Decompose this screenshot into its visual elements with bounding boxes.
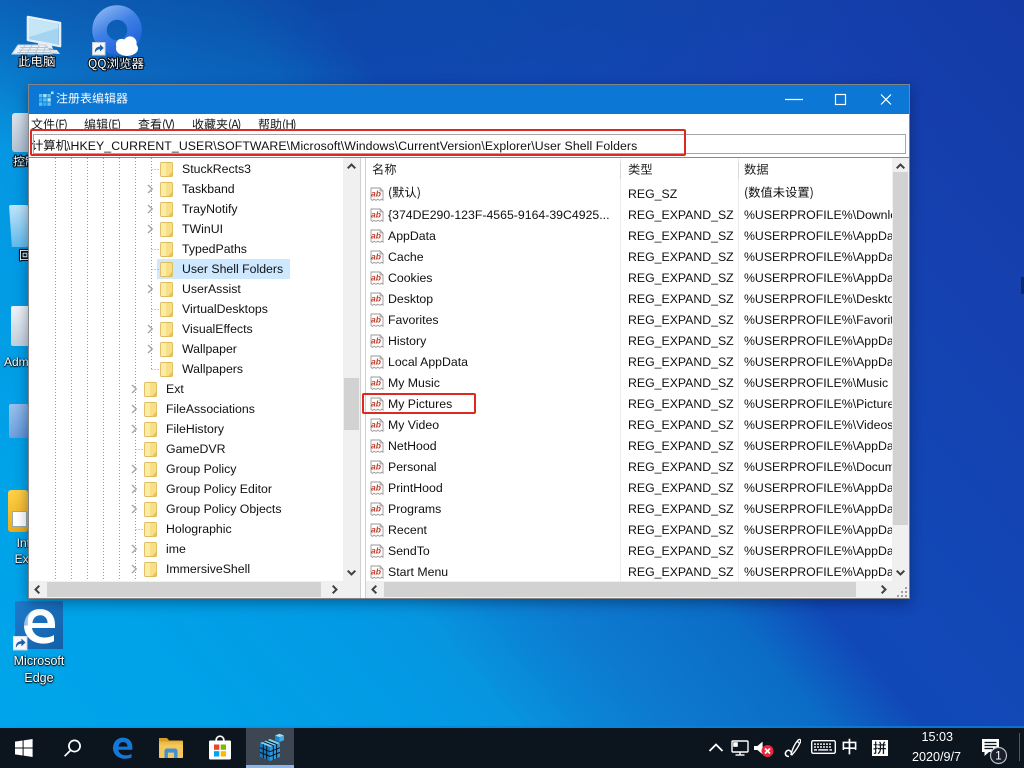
svg-text:1: 1 <box>995 751 1001 763</box>
svg-text:ab: ab <box>371 252 381 262</box>
svg-text:Ext: Ext <box>166 382 184 396</box>
svg-text:ab: ab <box>371 378 381 388</box>
svg-text:ImmersiveShell: ImmersiveShell <box>166 562 250 576</box>
svg-text:ab: ab <box>371 546 381 556</box>
svg-text:ab: ab <box>371 567 381 577</box>
svg-text:Group Policy: Group Policy <box>166 462 237 476</box>
svg-text:ab: ab <box>371 504 381 514</box>
svg-text:Wallpapers: Wallpapers <box>182 362 243 376</box>
svg-text:TrayNotify: TrayNotify <box>182 202 238 216</box>
svg-text:Taskband: Taskband <box>182 182 235 196</box>
svg-text:ab: ab <box>371 357 381 367</box>
svg-text:VisualEffects: VisualEffects <box>182 322 253 336</box>
svg-text:ab: ab <box>371 483 381 493</box>
svg-text:Group Policy Objects: Group Policy Objects <box>166 502 282 516</box>
svg-text:ab: ab <box>371 189 381 199</box>
svg-text:Wallpaper: Wallpaper <box>182 342 237 356</box>
svg-text:ab: ab <box>371 441 381 451</box>
svg-text:ime: ime <box>166 542 186 556</box>
svg-text:TWinUI: TWinUI <box>182 222 223 236</box>
svg-text:ab: ab <box>371 336 381 346</box>
svg-text:StuckRects3: StuckRects3 <box>182 162 251 176</box>
svg-text:ab: ab <box>371 420 381 430</box>
svg-text:Group Policy Editor: Group Policy Editor <box>166 482 272 496</box>
svg-text:ab: ab <box>371 231 381 241</box>
svg-text:GameDVR: GameDVR <box>166 442 226 456</box>
svg-text:FileAssociations: FileAssociations <box>166 402 255 416</box>
svg-text:ab: ab <box>371 315 381 325</box>
svg-text:ab: ab <box>371 294 381 304</box>
svg-text:TypedPaths: TypedPaths <box>182 242 247 256</box>
svg-text:User Shell Folders: User Shell Folders <box>182 262 283 276</box>
svg-text:ab: ab <box>371 462 381 472</box>
svg-text:FileHistory: FileHistory <box>166 422 225 436</box>
svg-text:ab: ab <box>371 210 381 220</box>
svg-text:UserAssist: UserAssist <box>182 282 241 296</box>
svg-text:VirtualDesktops: VirtualDesktops <box>182 302 268 316</box>
svg-text:ab: ab <box>371 273 381 283</box>
svg-text:Holographic: Holographic <box>166 522 232 536</box>
svg-text:ab: ab <box>371 525 381 535</box>
